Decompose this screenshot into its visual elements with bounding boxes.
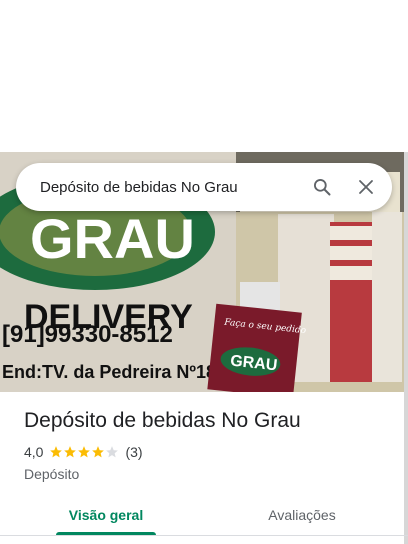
tab-overview[interactable]: Visão geral bbox=[56, 496, 156, 534]
star-icon bbox=[50, 446, 63, 458]
rating-row[interactable]: 4,0 (3) bbox=[24, 444, 143, 460]
scrollbar[interactable] bbox=[404, 152, 408, 544]
star-icon bbox=[78, 446, 91, 458]
tab-divider bbox=[0, 535, 408, 536]
search-bar[interactable]: Depósito de bebidas No Grau bbox=[16, 163, 392, 211]
sign-address-text: End:TV. da Pedreira Nº185 bbox=[2, 362, 226, 382]
sign-brand-text: GRAU bbox=[30, 207, 195, 270]
review-count[interactable]: (3) bbox=[125, 444, 142, 460]
place-category[interactable]: Depósito bbox=[24, 466, 79, 482]
place-title: Depósito de bebidas No Grau bbox=[24, 409, 301, 432]
star-icon bbox=[92, 446, 105, 458]
rating-value: 4,0 bbox=[24, 444, 44, 460]
close-icon[interactable] bbox=[346, 167, 386, 207]
tab-bar: Visão geral Avaliações bbox=[0, 496, 408, 536]
search-input[interactable]: Depósito de bebidas No Grau bbox=[40, 179, 302, 196]
search-icon[interactable] bbox=[302, 167, 342, 207]
tab-reviews[interactable]: Avaliações bbox=[252, 496, 352, 534]
star-icon bbox=[106, 446, 119, 458]
star-rating bbox=[49, 445, 119, 459]
star-icon bbox=[64, 446, 77, 458]
sign-phone-text: [91]99330-8512 bbox=[2, 321, 173, 348]
